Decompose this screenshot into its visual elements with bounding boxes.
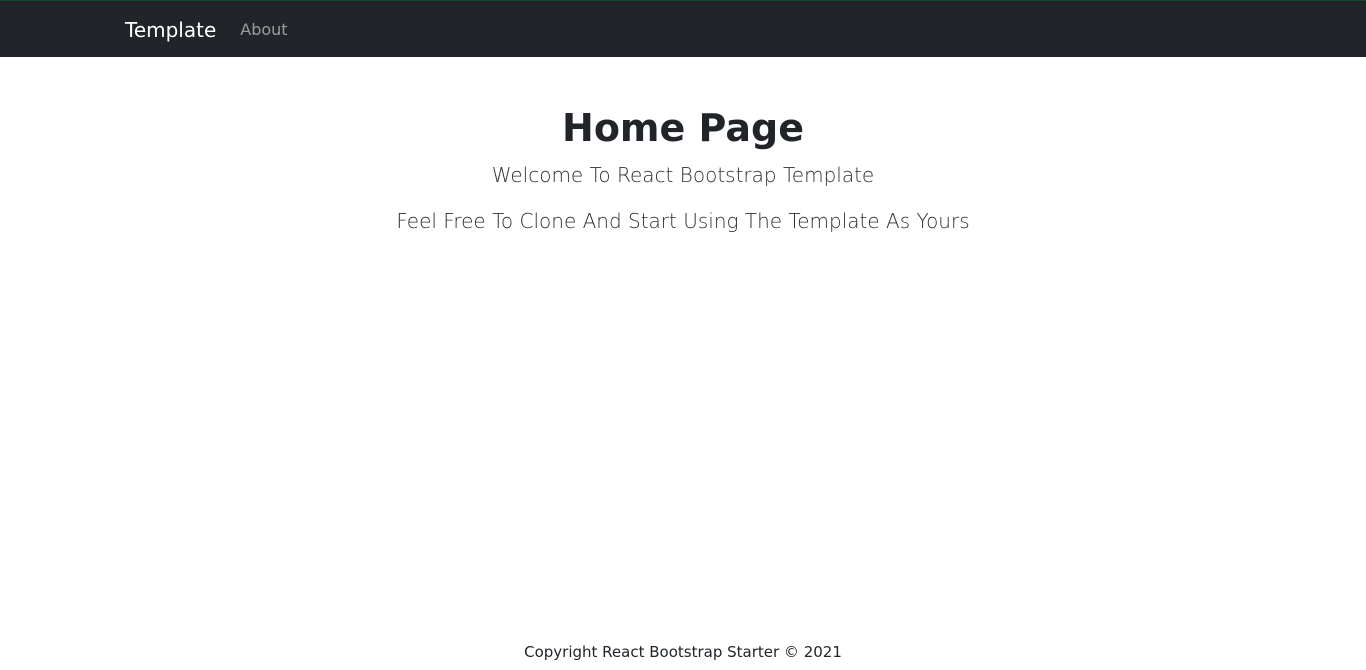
welcome-text: Welcome To React Bootstrap Template bbox=[491, 163, 875, 187]
copyright-text: Copyright React Bootstrap Starter © 2021 bbox=[524, 643, 842, 661]
description-text: Feel Free To Clone And Start Using The T… bbox=[396, 209, 970, 233]
nav-link-about[interactable]: About bbox=[240, 21, 287, 38]
navbar-brand-link[interactable]: Template bbox=[125, 20, 216, 40]
navbar-content: Template About bbox=[125, 1, 288, 58]
page-title: Home Page bbox=[562, 106, 804, 150]
navbar: Template About bbox=[0, 0, 1366, 57]
footer: Copyright React Bootstrap Starter © 2021 bbox=[0, 641, 1366, 663]
